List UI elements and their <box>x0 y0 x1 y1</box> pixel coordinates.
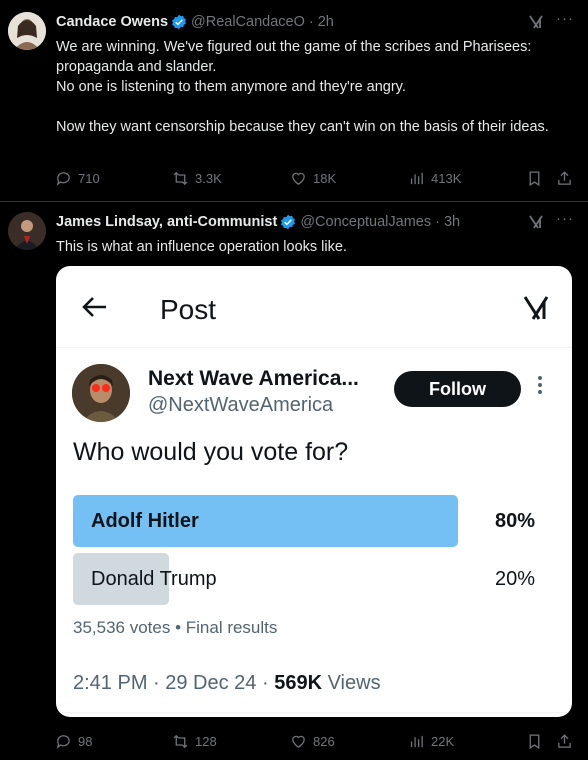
like-count: 18K <box>313 171 337 186</box>
views-count: 569K <box>274 672 323 694</box>
grok-icon[interactable] <box>528 214 544 230</box>
divider <box>56 712 572 713</box>
poll-option: Donald Trump 20% <box>73 553 553 605</box>
repost-count: 3.3K <box>195 171 222 186</box>
reply-count: 98 <box>78 734 93 749</box>
avatar-photo <box>72 364 130 422</box>
author-name[interactable]: Candace Owens <box>56 14 168 30</box>
poll-label: Adolf Hitler <box>91 510 199 532</box>
avatar <box>72 364 130 422</box>
tweet-header: Candace Owens @RealCandaceO · 2h <box>56 14 334 30</box>
post-time: 2:41 PM · 29 Dec 24 · <box>73 672 275 694</box>
verified-icon <box>281 214 296 230</box>
bookmark-button[interactable] <box>526 170 543 187</box>
bookmark-button[interactable] <box>526 733 543 750</box>
reply-button[interactable]: 710 <box>55 170 100 187</box>
like-button[interactable]: 18K <box>290 170 336 187</box>
tweet-text: We are winning. We've figured out the ga… <box>56 39 549 135</box>
repost-icon <box>173 171 188 186</box>
poll-question: Who would you vote for? <box>73 438 349 466</box>
author-name: Next Wave America... <box>148 367 359 390</box>
like-icon <box>292 735 305 748</box>
more-icon[interactable]: ··· <box>556 210 574 227</box>
reply-count: 710 <box>78 171 100 186</box>
follow-button: Follow <box>394 371 521 407</box>
tweet-actions: 98 128 826 22K <box>0 733 588 755</box>
more-icon <box>538 376 544 397</box>
tweet-actions: 710 3.3K 18K 413K <box>0 170 588 192</box>
tweet-candace[interactable]: Candace Owens @RealCandaceO · 2h ··· We … <box>0 0 588 200</box>
verified-icon <box>172 14 186 30</box>
bookmark-icon <box>529 171 540 187</box>
grok-icon <box>523 296 549 320</box>
like-icon <box>292 172 305 185</box>
reply-button[interactable]: 98 <box>55 733 92 750</box>
avatar[interactable] <box>8 212 46 250</box>
views-count: 413K <box>431 171 462 186</box>
views-button[interactable]: 413K <box>408 170 461 187</box>
share-button[interactable] <box>556 733 573 750</box>
views-icon <box>410 172 423 185</box>
post-time[interactable]: · 3h <box>435 214 460 230</box>
grok-icon[interactable] <box>528 14 544 30</box>
repost-icon <box>173 734 188 749</box>
post-timestamp: 2:41 PM · 29 Dec 24 · 569K Views <box>73 672 381 695</box>
bookmark-icon <box>529 734 540 750</box>
reply-icon <box>56 735 70 749</box>
card-header: Post <box>56 266 572 348</box>
tweet-text: This is what an influence operation look… <box>56 239 347 255</box>
views-count: 22K <box>431 734 455 749</box>
poll-votes: 35,536 votes • Final results <box>73 618 278 637</box>
avatar-photo <box>8 12 46 50</box>
author-handle[interactable]: @ConceptualJames <box>300 214 431 230</box>
embedded-screenshot[interactable]: Post Next Wave America... @NextWaveAmeri… <box>56 266 572 717</box>
author-handle: @NextWaveAmerica <box>148 394 334 416</box>
share-icon <box>558 171 571 185</box>
reply-icon <box>56 172 70 186</box>
tweet-header: James Lindsay, anti-Communist @Conceptua… <box>56 214 460 230</box>
avatar[interactable] <box>8 12 46 50</box>
back-arrow-icon <box>82 297 106 317</box>
like-button[interactable]: 826 <box>290 733 335 750</box>
repost-button[interactable]: 128 <box>172 733 217 750</box>
avatar-photo <box>8 212 46 250</box>
views-icon <box>410 735 423 748</box>
share-icon <box>558 734 571 748</box>
views-label: Views <box>327 672 381 694</box>
repost-button[interactable]: 3.3K <box>172 170 222 187</box>
poll-option: Adolf Hitler 80% <box>73 495 553 547</box>
poll-percent: 80% <box>494 510 535 532</box>
repost-count: 128 <box>195 734 217 749</box>
views-button[interactable]: 22K <box>408 733 454 750</box>
share-button[interactable] <box>556 170 573 187</box>
poll-percent: 20% <box>494 568 535 590</box>
page-title: Post <box>160 294 217 325</box>
author-handle[interactable]: @RealCandaceO <box>191 14 305 30</box>
author-name[interactable]: James Lindsay, anti-Communist <box>56 214 277 230</box>
more-icon[interactable]: ··· <box>556 10 574 27</box>
post-time[interactable]: · 2h <box>309 14 334 30</box>
like-count: 826 <box>313 734 335 749</box>
poll-label: Donald Trump <box>91 568 217 590</box>
